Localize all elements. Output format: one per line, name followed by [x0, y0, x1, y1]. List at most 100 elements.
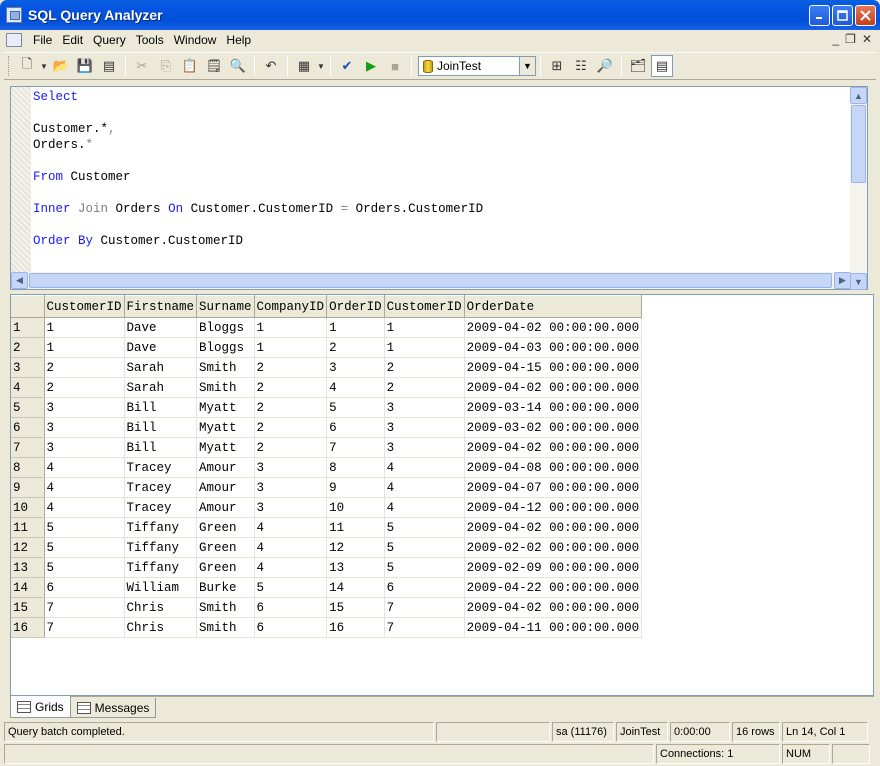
table-cell[interactable]: 5: [326, 397, 385, 418]
table-cell[interactable]: Dave: [124, 317, 198, 338]
table-cell[interactable]: 7: [44, 597, 125, 618]
mdi-minimize-button[interactable]: _: [832, 32, 839, 46]
table-cell[interactable]: 6: [44, 577, 125, 598]
table-cell[interactable]: Tiffany: [124, 557, 198, 578]
table-cell[interactable]: 4: [44, 477, 125, 498]
scroll-right-icon[interactable]: ▶: [834, 272, 851, 289]
table-row[interactable]: 8 4 Tracey Amour 3 8 4 2009-04-08 00:00:00.000: [11, 457, 643, 478]
table-cell[interactable]: 2009-04-03 00:00:00.000: [464, 337, 643, 358]
cut-icon[interactable]: ✂: [131, 55, 153, 77]
app-icon[interactable]: [6, 7, 22, 23]
table-cell[interactable]: 13: [326, 557, 385, 578]
table-cell[interactable]: 7: [326, 437, 385, 458]
table-cell[interactable]: 1: [44, 337, 125, 358]
table-cell[interactable]: 2: [384, 357, 465, 378]
table-cell[interactable]: 10: [326, 497, 385, 518]
code-line[interactable]: [33, 153, 483, 169]
row-number[interactable]: 16: [11, 617, 45, 638]
table-cell[interactable]: Tracey: [124, 477, 198, 498]
column-header[interactable]: Firstname: [124, 295, 198, 318]
table-row[interactable]: 15 7 Chris Smith 6 15 7 2009-04-02 00:00:00.000: [11, 597, 643, 618]
table-row[interactable]: 13 5 Tiffany Green 4 13 5 2009-02-09 00:00:00.0…: [11, 557, 643, 578]
parse-query-icon[interactable]: ✔: [336, 55, 358, 77]
table-cell[interactable]: Green: [196, 537, 255, 558]
table-row[interactable]: 4 2 Sarah Smith 2 4 2 2009-04-02 00:00:00.000: [11, 377, 643, 398]
table-cell[interactable]: Amour: [196, 497, 255, 518]
mdi-restore-button[interactable]: ❐: [845, 32, 856, 46]
code-line[interactable]: Inner Join Orders On Customer.CustomerID…: [33, 201, 483, 217]
table-cell[interactable]: Burke: [196, 577, 255, 598]
table-cell[interactable]: 2: [44, 377, 125, 398]
column-header[interactable]: CompanyID: [254, 295, 328, 318]
mdi-close-button[interactable]: ✕: [862, 32, 872, 46]
row-number[interactable]: 2: [11, 337, 45, 358]
table-cell[interactable]: 2: [254, 357, 328, 378]
document-icon[interactable]: [6, 33, 22, 47]
row-number[interactable]: 14: [11, 577, 45, 598]
table-cell[interactable]: 2: [254, 417, 328, 438]
table-cell[interactable]: 2009-04-22 00:00:00.000: [464, 577, 643, 598]
table-cell[interactable]: 3: [254, 477, 328, 498]
table-cell[interactable]: Smith: [196, 617, 255, 638]
table-cell[interactable]: 14: [326, 577, 385, 598]
row-number[interactable]: 11: [11, 517, 45, 538]
row-number[interactable]: 8: [11, 457, 45, 478]
code-line[interactable]: Order By Customer.CustomerID: [33, 233, 483, 249]
table-cell[interactable]: 3: [384, 437, 465, 458]
results-pane-icon[interactable]: ▤: [651, 55, 673, 77]
copy-icon[interactable]: ⎘: [155, 55, 177, 77]
table-cell[interactable]: 2: [326, 337, 385, 358]
table-cell[interactable]: 3: [384, 397, 465, 418]
column-header[interactable]: CustomerID: [44, 295, 125, 318]
dropdown-arrow-icon[interactable]: ▼: [317, 55, 325, 77]
table-cell[interactable]: Tiffany: [124, 537, 198, 558]
table-row[interactable]: 1 1 Dave Bloggs 1 1 1 2009-04-02 00:00:00.000: [11, 317, 643, 338]
code-line[interactable]: [33, 105, 483, 121]
properties-icon[interactable]: 🗂: [627, 55, 649, 77]
table-cell[interactable]: 4: [254, 517, 328, 538]
menu-tools[interactable]: Tools: [131, 33, 169, 47]
table-cell[interactable]: 4: [44, 457, 125, 478]
table-cell[interactable]: Bloggs: [196, 317, 255, 338]
table-cell[interactable]: 2009-04-02 00:00:00.000: [464, 437, 643, 458]
table-cell[interactable]: 3: [44, 417, 125, 438]
table-row[interactable]: 3 2 Sarah Smith 2 3 2 2009-04-15 00:00:00.000: [11, 357, 643, 378]
code-line[interactable]: Customer.*,: [33, 121, 483, 137]
toolbar-grip[interactable]: [8, 56, 11, 76]
clear-window-icon[interactable]: 🗒: [203, 55, 225, 77]
database-select[interactable]: JoinTest ▼: [418, 56, 536, 76]
new-query-icon[interactable]: 🗋: [16, 55, 38, 77]
table-cell[interactable]: Chris: [124, 617, 198, 638]
table-cell[interactable]: 2009-04-02 00:00:00.000: [464, 517, 643, 538]
table-cell[interactable]: 7: [384, 597, 465, 618]
dropdown-arrow-icon[interactable]: ▼: [40, 55, 48, 77]
table-cell[interactable]: Sarah: [124, 377, 198, 398]
table-cell[interactable]: Smith: [196, 597, 255, 618]
table-cell[interactable]: 2009-02-09 00:00:00.000: [464, 557, 643, 578]
row-number[interactable]: 13: [11, 557, 45, 578]
table-cell[interactable]: Smith: [196, 357, 255, 378]
table-cell[interactable]: 8: [326, 457, 385, 478]
table-cell[interactable]: Amour: [196, 477, 255, 498]
table-cell[interactable]: 2009-03-02 00:00:00.000: [464, 417, 643, 438]
table-cell[interactable]: 5: [384, 557, 465, 578]
chevron-down-icon[interactable]: ▼: [519, 57, 535, 75]
row-number[interactable]: 15: [11, 597, 45, 618]
table-cell[interactable]: 1: [326, 317, 385, 338]
table-cell[interactable]: Green: [196, 517, 255, 538]
cancel-query-icon[interactable]: ■: [384, 55, 406, 77]
table-cell[interactable]: 5: [44, 517, 125, 538]
code-line[interactable]: Orders.*: [33, 137, 483, 153]
table-cell[interactable]: 5: [44, 557, 125, 578]
row-number[interactable]: 12: [11, 537, 45, 558]
table-cell[interactable]: 5: [254, 577, 328, 598]
scroll-thumb[interactable]: [851, 105, 866, 183]
table-cell[interactable]: 3: [44, 397, 125, 418]
table-cell[interactable]: 2: [384, 377, 465, 398]
table-cell[interactable]: 6: [254, 617, 328, 638]
table-row[interactable]: 5 3 Bill Myatt 2 5 3 2009-03-14 00:00:00.000: [11, 397, 643, 418]
table-row[interactable]: 2 1 Dave Bloggs 1 2 1 2009-04-03 00:00:00.000: [11, 337, 643, 358]
table-cell[interactable]: 3: [254, 457, 328, 478]
table-cell[interactable]: Bill: [124, 437, 198, 458]
execute-query-icon[interactable]: ▶: [360, 55, 382, 77]
